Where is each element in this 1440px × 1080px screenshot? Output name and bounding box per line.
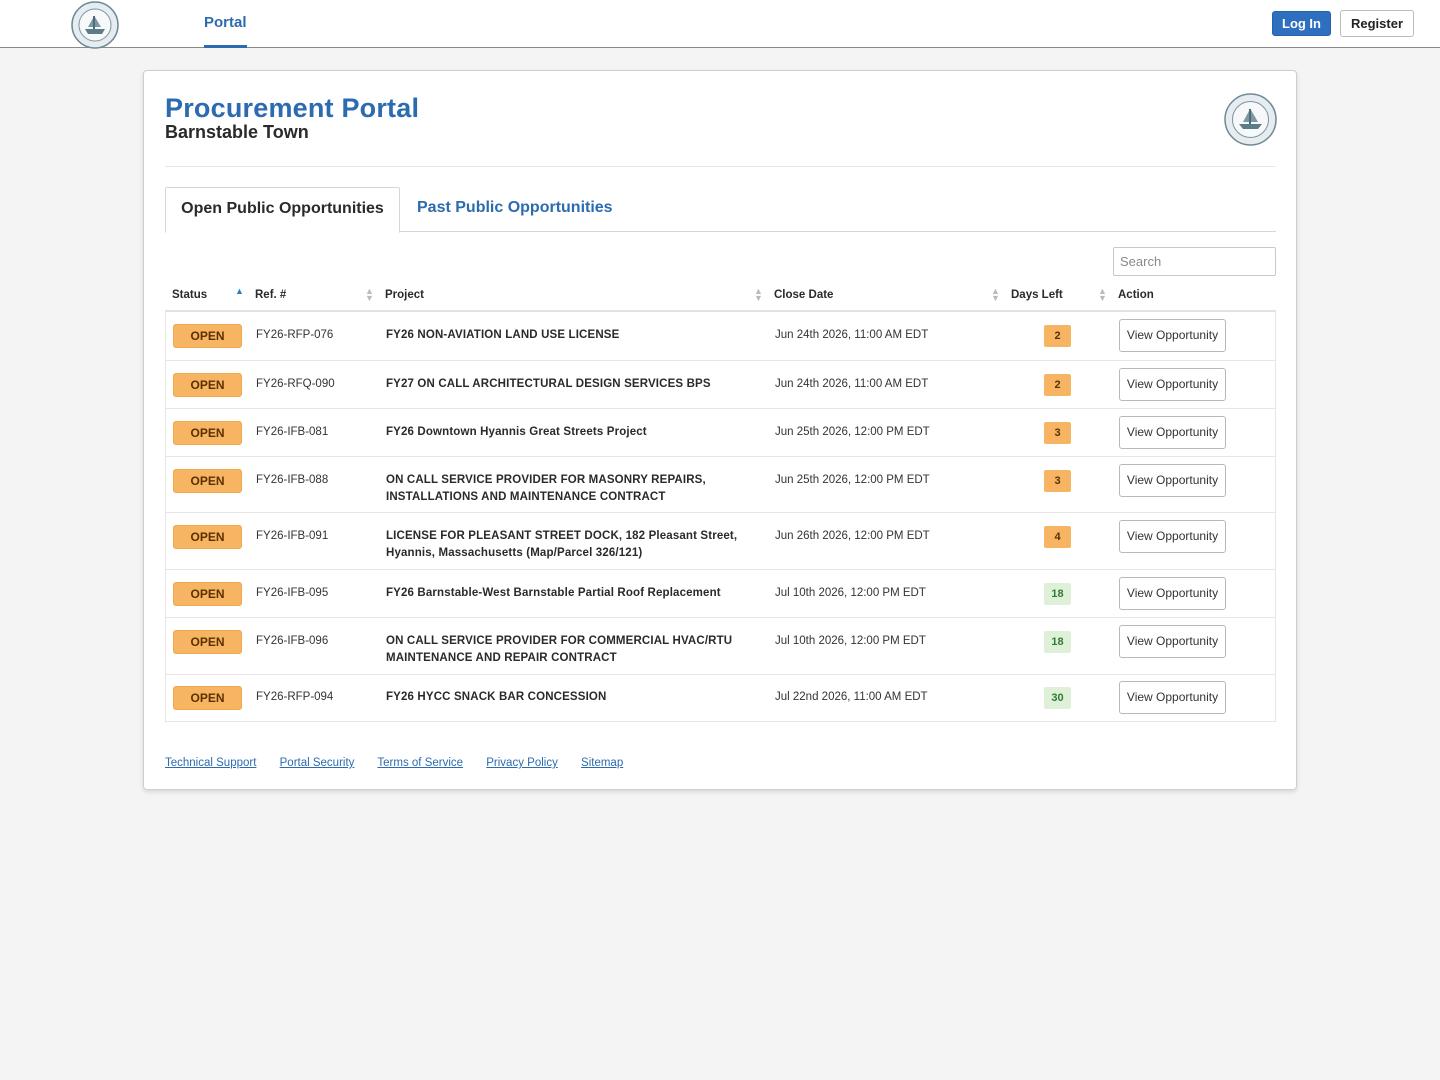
view-opportunity-button[interactable]: View Opportunity: [1119, 319, 1226, 352]
view-opportunity-button[interactable]: View Opportunity: [1119, 520, 1226, 553]
close-date: Jun 25th 2026, 12:00 PM EDT: [775, 426, 930, 438]
sort-icon[interactable]: ▲ ▼: [1098, 287, 1107, 303]
project-name: ON CALL SERVICE PROVIDER FOR COMMERCIAL …: [386, 635, 733, 664]
column-header-close-date[interactable]: Close Date: [774, 281, 833, 310]
ref-number: FY26-RFP-076: [256, 329, 334, 341]
project-name: FY26 HYCC SNACK BAR CONCESSION: [386, 691, 607, 703]
status-badge: OPEN: [173, 324, 242, 348]
view-opportunity-button[interactable]: View Opportunity: [1119, 464, 1226, 497]
close-date: Jun 26th 2026, 12:00 PM EDT: [775, 530, 930, 542]
view-opportunity-button[interactable]: View Opportunity: [1119, 577, 1226, 610]
column-header-close-date-label: Close Date: [774, 289, 834, 301]
view-opportunity-button[interactable]: View Opportunity: [1119, 681, 1226, 714]
sort-icon[interactable]: ▲ ▼: [754, 287, 763, 303]
nav-portal-label: Portal: [204, 14, 247, 31]
table-row: OPEN FY26-IFB-095 FY26 Barnstable-West B…: [166, 569, 1275, 617]
column-header-days-left[interactable]: Days Left: [1011, 281, 1063, 310]
view-opportunity-button[interactable]: View Opportunity: [1119, 416, 1226, 449]
nav-portal-link[interactable]: Portal: [204, 0, 247, 48]
days-left-badge: 3: [1044, 422, 1071, 444]
ref-number: FY26-RFP-094: [256, 691, 334, 703]
ref-number: FY26-IFB-091: [256, 530, 329, 542]
view-opportunity-button[interactable]: View Opportunity: [1119, 368, 1226, 401]
project-name: FY26 NON-AVIATION LAND USE LICENSE: [386, 329, 620, 341]
close-date: Jul 22nd 2026, 11:00 AM EDT: [775, 691, 928, 703]
search-input[interactable]: [1113, 247, 1276, 276]
privacy-policy-link[interactable]: Privacy Policy: [486, 757, 558, 769]
status-badge: OPEN: [173, 469, 242, 493]
table-row: OPEN FY26-IFB-091 LICENSE FOR PLEASANT S…: [166, 512, 1275, 569]
opportunities-table: Status ▲ Ref. # ▲ ▼ Project ▲ ▼ Close Date…: [165, 281, 1276, 722]
days-left-badge: 18: [1044, 583, 1071, 605]
sort-icon[interactable]: ▲ ▼: [365, 287, 374, 303]
project-name: FY26 Downtown Hyannis Great Streets Proj…: [386, 426, 647, 438]
terms-of-service-link[interactable]: Terms of Service: [377, 757, 463, 769]
column-header-ref-label: Ref. #: [255, 289, 287, 301]
days-left-badge: 3: [1044, 470, 1071, 492]
column-header-project-label: Project: [385, 289, 424, 301]
ref-number: FY26-IFB-096: [256, 635, 329, 647]
top-nav-bar: Portal Log In Register: [0, 0, 1440, 49]
table-row: OPEN FY26-IFB-096 ON CALL SERVICE PROVID…: [166, 617, 1275, 674]
days-left-badge: 18: [1044, 631, 1071, 653]
table-header: Status ▲ Ref. # ▲ ▼ Project ▲ ▼ Close Date…: [165, 281, 1276, 312]
table-row: OPEN FY26-IFB-088 ON CALL SERVICE PROVID…: [166, 456, 1275, 512]
project-name: ON CALL SERVICE PROVIDER FOR MASONRY REP…: [386, 474, 706, 503]
ref-number: FY26-RFQ-090: [256, 378, 335, 390]
town-seal-logo[interactable]: [71, 1, 119, 49]
portal-card: Procurement Portal Barnstable Town Open …: [143, 70, 1297, 790]
ref-number: FY26-IFB-081: [256, 426, 329, 438]
column-header-days-left-label: Days Left: [1011, 289, 1063, 301]
project-name: FY27 ON CALL ARCHITECTURAL DESIGN SERVIC…: [386, 378, 711, 390]
status-badge: OPEN: [173, 373, 242, 397]
column-header-ref[interactable]: Ref. #: [255, 281, 286, 310]
column-header-project[interactable]: Project: [385, 281, 424, 310]
project-name: LICENSE FOR PLEASANT STREET DOCK, 182 Pl…: [386, 530, 738, 559]
sort-icon[interactable]: ▲ ▼: [991, 287, 1000, 303]
status-badge: OPEN: [173, 582, 242, 606]
column-header-action: Action: [1118, 281, 1154, 310]
active-nav-indicator: [204, 45, 247, 48]
close-date: Jul 10th 2026, 12:00 PM EDT: [775, 635, 926, 647]
close-date: Jun 24th 2026, 11:00 AM EDT: [775, 329, 929, 341]
project-name: FY26 Barnstable-West Barnstable Partial …: [386, 587, 721, 599]
view-opportunity-button[interactable]: View Opportunity: [1119, 625, 1226, 658]
days-left-badge: 4: [1044, 526, 1071, 548]
table-row: OPEN FY26-RFP-076 FY26 NON-AVIATION LAND…: [166, 312, 1275, 360]
technical-support-link[interactable]: Technical Support: [165, 757, 256, 769]
register-button[interactable]: Register: [1340, 10, 1414, 37]
days-left-badge: 30: [1044, 687, 1071, 709]
days-left-badge: 2: [1044, 325, 1071, 347]
close-date: Jun 25th 2026, 12:00 PM EDT: [775, 474, 930, 486]
close-date: Jul 10th 2026, 12:00 PM EDT: [775, 587, 926, 599]
page-title: Procurement Portal: [165, 93, 420, 123]
table-row: OPEN FY26-IFB-081 FY26 Downtown Hyannis …: [166, 408, 1275, 456]
status-badge: OPEN: [173, 421, 242, 445]
days-left-badge: 2: [1044, 374, 1071, 396]
status-badge: OPEN: [173, 630, 242, 654]
ref-number: FY26-IFB-088: [256, 474, 329, 486]
tab-open-opportunities[interactable]: Open Public Opportunities: [165, 187, 400, 233]
town-seal-image: [1224, 93, 1277, 146]
status-badge: OPEN: [173, 525, 242, 549]
ref-number: FY26-IFB-095: [256, 587, 329, 599]
close-date: Jun 24th 2026, 11:00 AM EDT: [775, 378, 929, 390]
header-divider: [165, 166, 1276, 167]
status-badge: OPEN: [173, 686, 242, 710]
column-header-action-label: Action: [1118, 289, 1154, 301]
table-row: OPEN FY26-RFP-094 FY26 HYCC SNACK BAR CO…: [166, 674, 1275, 721]
table-body: OPEN FY26-RFP-076 FY26 NON-AVIATION LAND…: [165, 312, 1276, 722]
column-header-status[interactable]: Status: [172, 281, 207, 310]
log-in-button[interactable]: Log In: [1272, 11, 1331, 36]
table-row: OPEN FY26-RFQ-090 FY27 ON CALL ARCHITECT…: [166, 360, 1275, 408]
sitemap-link[interactable]: Sitemap: [581, 757, 623, 769]
footer-links: Technical Support Portal Security Terms …: [165, 757, 643, 769]
portal-security-link[interactable]: Portal Security: [280, 757, 355, 769]
opportunity-tabs: Open Public Opportunities Past Public Op…: [165, 187, 1276, 233]
sort-ascending-icon[interactable]: ▲: [235, 287, 244, 296]
column-header-status-label: Status: [172, 289, 208, 301]
tab-past-opportunities[interactable]: Past Public Opportunities: [417, 187, 613, 232]
page-subtitle: Barnstable Town: [165, 122, 309, 142]
